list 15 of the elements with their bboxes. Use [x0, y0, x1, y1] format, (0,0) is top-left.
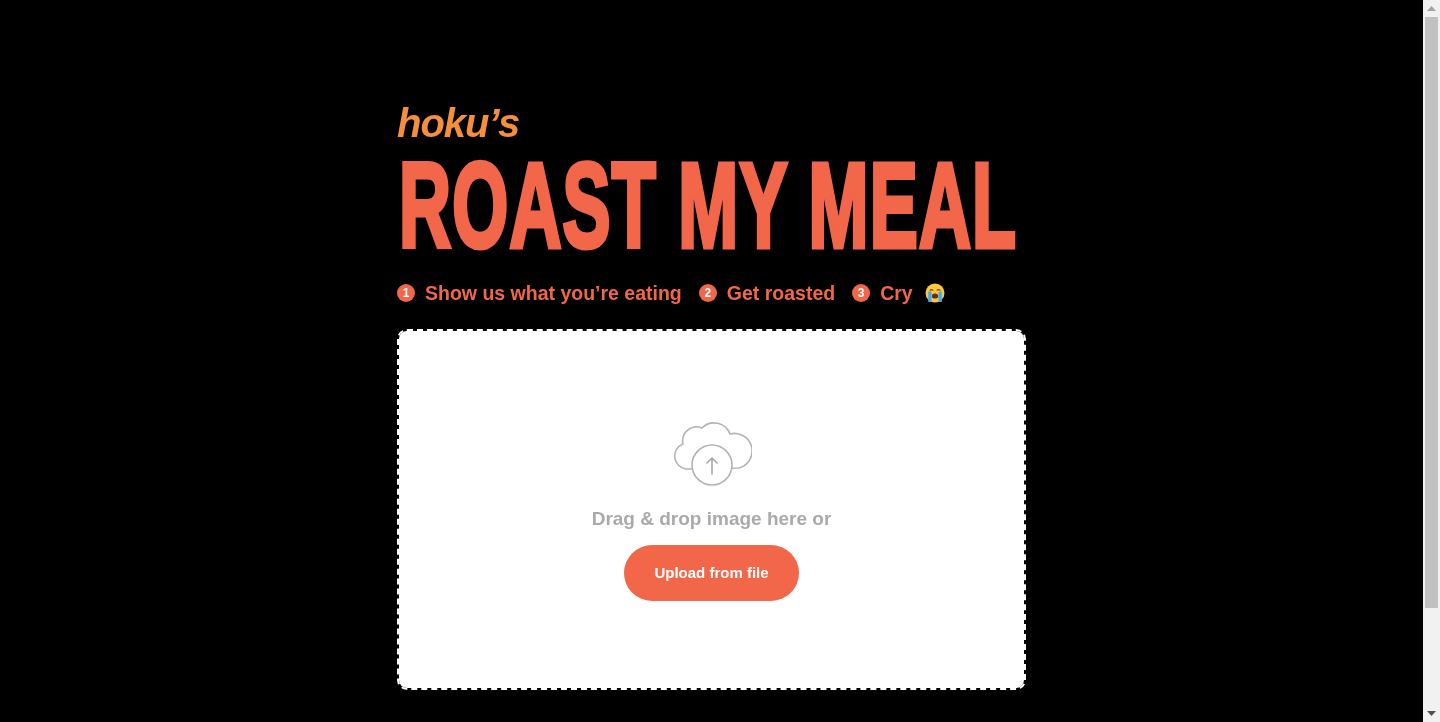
step-label: Get roasted — [726, 281, 836, 305]
scroll-down-arrow-icon[interactable] — [1427, 711, 1436, 716]
drop-zone[interactable]: Drag & drop image here or Upload from file — [397, 329, 1026, 690]
step-number: 2 — [698, 284, 717, 302]
brand-name: hoku’s — [397, 103, 520, 143]
step-label: Show us what you’re eating — [425, 281, 682, 305]
scrollbar[interactable] — [1423, 0, 1440, 722]
page-title: ROAST MY MEAL — [399, 157, 1018, 253]
step-number: 1 — [397, 284, 415, 302]
scroll-up-arrow-icon[interactable] — [1427, 6, 1436, 11]
step-number: 3 — [852, 284, 871, 302]
step-label: Cry — [880, 281, 913, 305]
scrollbar-thumb[interactable] — [1425, 17, 1438, 608]
upload-button[interactable]: Upload from file — [624, 545, 799, 601]
upload-prompt: Drag & drop image here or — [591, 507, 832, 530]
